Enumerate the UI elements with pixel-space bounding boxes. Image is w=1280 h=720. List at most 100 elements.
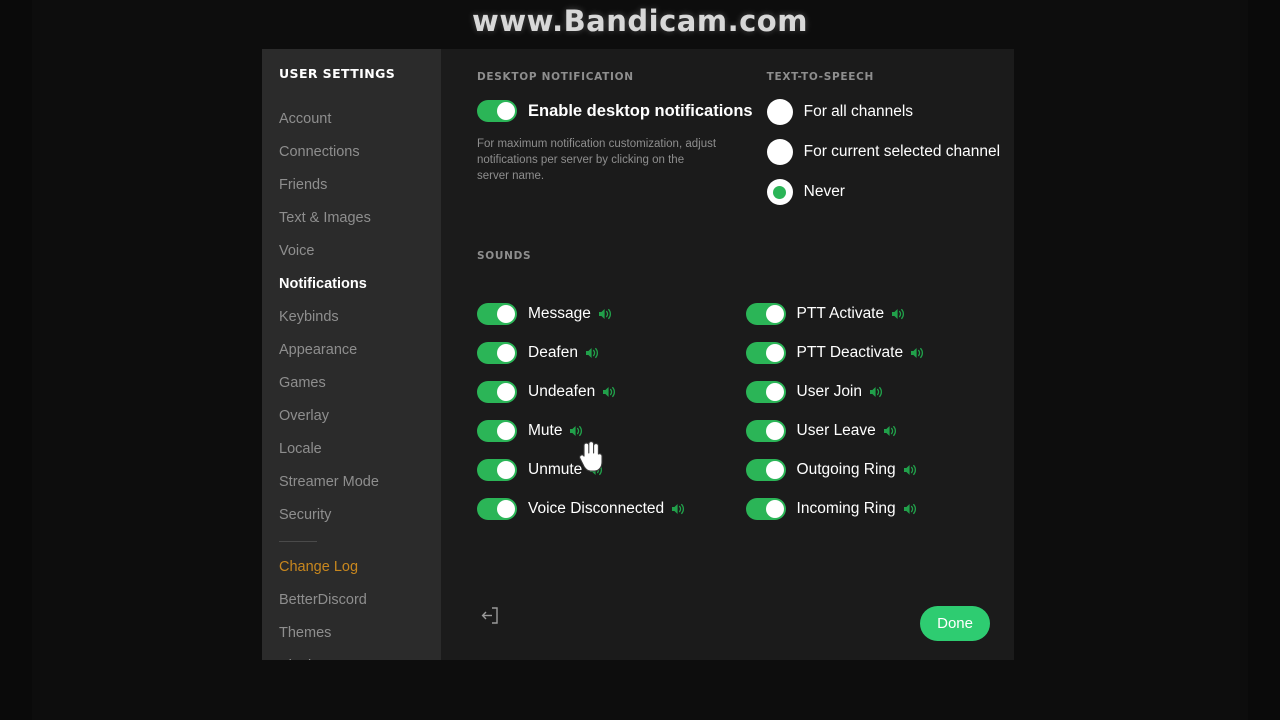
toggle-knob [497, 383, 515, 401]
toggle-knob [765, 344, 784, 362]
sound-toggle-incoming-ring[interactable] [745, 498, 786, 520]
sounds-label: SOUNDS [477, 250, 532, 262]
sounds-section: Message Deafen Undeafen Mute Unmute Voice Dis… [441, 302, 1014, 536]
toggle-knob [497, 102, 515, 120]
sidebar-item-plugins[interactable]: Plugins [262, 650, 441, 660]
speaker-icon[interactable] [602, 385, 617, 399]
sound-row-undeafen: Undeafen [477, 380, 732, 404]
speaker-icon[interactable] [903, 463, 918, 477]
sound-toggle-message[interactable] [477, 303, 517, 325]
sound-toggle-undeafen[interactable] [477, 381, 517, 403]
sound-label-user-leave: User Leave [796, 422, 876, 439]
enable-desktop-notifications-toggle[interactable] [477, 100, 517, 122]
sound-toggle-unmute[interactable] [477, 459, 517, 481]
radio-button[interactable] [766, 179, 793, 205]
logout-icon[interactable] [481, 607, 498, 629]
toggle-knob [497, 422, 515, 440]
speaker-icon[interactable] [891, 307, 906, 321]
sound-toggle-user-leave[interactable] [745, 420, 786, 442]
sidebar-item-friends[interactable]: Friends [262, 169, 441, 202]
sound-row-user-leave: User Leave [745, 419, 1001, 443]
toggle-knob [765, 305, 784, 323]
tts-option-list: For all channels For current selected cha… [766, 98, 1001, 206]
sidebar-item-games[interactable]: Games [262, 367, 441, 400]
sound-row-deafen: Deafen [477, 341, 732, 365]
sound-toggle-ptt-activate[interactable] [745, 303, 786, 325]
sound-label-incoming-ring: Incoming Ring [796, 500, 896, 517]
settings-content: DESKTOP NOTIFICATION Enable desktop noti… [441, 49, 1014, 660]
sounds-header-wrap: SOUNDS [441, 250, 1014, 262]
sound-label-undeafen: Undeafen [528, 383, 596, 400]
user-settings-modal: USER SETTINGS Account Connections Friends T… [262, 49, 1014, 660]
toggle-knob [765, 383, 784, 401]
sidebar-nav-list: Account Connections Friends Text & Images Vo… [262, 103, 441, 660]
speaker-icon[interactable] [671, 502, 686, 516]
sidebar-item-overlay[interactable]: Overlay [262, 400, 441, 433]
sound-toggle-voice-disconnected[interactable] [477, 498, 517, 520]
sidebar-item-themes[interactable]: Themes [262, 617, 441, 650]
sound-toggle-user-join[interactable] [745, 381, 786, 403]
sidebar-item-appearance[interactable]: Appearance [262, 334, 441, 367]
sound-toggle-deafen[interactable] [477, 342, 517, 364]
sound-row-ptt-activate: PTT Activate [745, 302, 1001, 326]
done-button[interactable]: Done [920, 606, 991, 641]
speaker-icon[interactable] [589, 463, 604, 477]
tts-option-label: For current selected channel [803, 143, 1001, 160]
toggle-knob [765, 461, 784, 479]
enable-desktop-notifications-row[interactable]: Enable desktop notifications [477, 98, 753, 124]
sidebar-item-security[interactable]: Security [262, 499, 441, 532]
sound-toggle-ptt-deactivate[interactable] [745, 342, 786, 364]
sidebar-title: USER SETTINGS [279, 66, 396, 81]
settings-footer: Done [441, 586, 1014, 660]
tts-option-for-current-selected-channel[interactable]: For current selected channel [766, 138, 1001, 166]
tts-option-for-all-channels[interactable]: For all channels [766, 98, 1000, 126]
sound-label-mute: Mute [528, 422, 563, 439]
speaker-icon[interactable] [598, 307, 613, 321]
sound-row-incoming-ring: Incoming Ring [745, 497, 1001, 521]
sidebar-item-connections[interactable]: Connections [262, 136, 441, 169]
left-gutter [0, 0, 32, 720]
radio-button[interactable] [766, 139, 793, 165]
sound-row-outgoing-ring: Outgoing Ring [745, 458, 1001, 482]
sidebar-item-betterdiscord[interactable]: BetterDiscord [262, 584, 441, 617]
sound-row-unmute: Unmute [477, 458, 732, 482]
sound-toggle-mute[interactable] [477, 420, 517, 442]
text-to-speech-section: TEXT-TO-SPEECH For all channels For curre… [753, 71, 1000, 218]
tts-option-label: Never [803, 183, 845, 200]
sidebar-item-notifications[interactable]: Notifications [262, 268, 441, 301]
right-gutter [1248, 0, 1280, 720]
sound-label-deafen: Deafen [528, 344, 578, 361]
sound-label-user-join: User Join [796, 383, 862, 400]
sidebar-item-voice[interactable]: Voice [262, 235, 441, 268]
speaker-icon[interactable] [869, 385, 884, 399]
top-columns: DESKTOP NOTIFICATION Enable desktop noti… [441, 71, 1014, 218]
sidebar-item-account[interactable]: Account [262, 103, 441, 136]
settings-sidebar: USER SETTINGS Account Connections Friends T… [262, 49, 441, 660]
sidebar-item-keybinds[interactable]: Keybinds [262, 301, 441, 334]
radio-button[interactable] [766, 99, 793, 125]
sound-label-voice-disconnected: Voice Disconnected [528, 500, 665, 517]
sound-toggle-outgoing-ring[interactable] [745, 459, 786, 481]
sidebar-item-change-log[interactable]: Change Log [262, 551, 441, 584]
sound-label-ptt-deactivate: PTT Deactivate [796, 344, 904, 361]
toggle-knob [497, 500, 515, 518]
speaker-icon[interactable] [903, 502, 918, 516]
sidebar-item-locale[interactable]: Locale [262, 433, 441, 466]
desktop-notification-help: For maximum notification customization, … [477, 138, 717, 182]
speaker-icon[interactable] [569, 424, 584, 438]
toggle-knob [497, 344, 515, 362]
tts-option-never[interactable]: Never [766, 178, 1000, 206]
toggle-knob [497, 461, 515, 479]
sidebar-item-text-images[interactable]: Text & Images [262, 202, 441, 235]
sound-row-mute: Mute [477, 419, 732, 443]
speaker-icon[interactable] [910, 346, 925, 360]
toggle-knob [765, 422, 784, 440]
speaker-icon[interactable] [585, 346, 600, 360]
sound-row-ptt-deactivate: PTT Deactivate [745, 341, 1001, 365]
sound-row-message: Message [477, 302, 732, 326]
sound-row-user-join: User Join [745, 380, 1001, 404]
sound-label-outgoing-ring: Outgoing Ring [796, 461, 896, 478]
sound-row-voice-disconnected: Voice Disconnected [477, 497, 732, 521]
speaker-icon[interactable] [883, 424, 898, 438]
sidebar-item-streamer-mode[interactable]: Streamer Mode [262, 466, 441, 499]
